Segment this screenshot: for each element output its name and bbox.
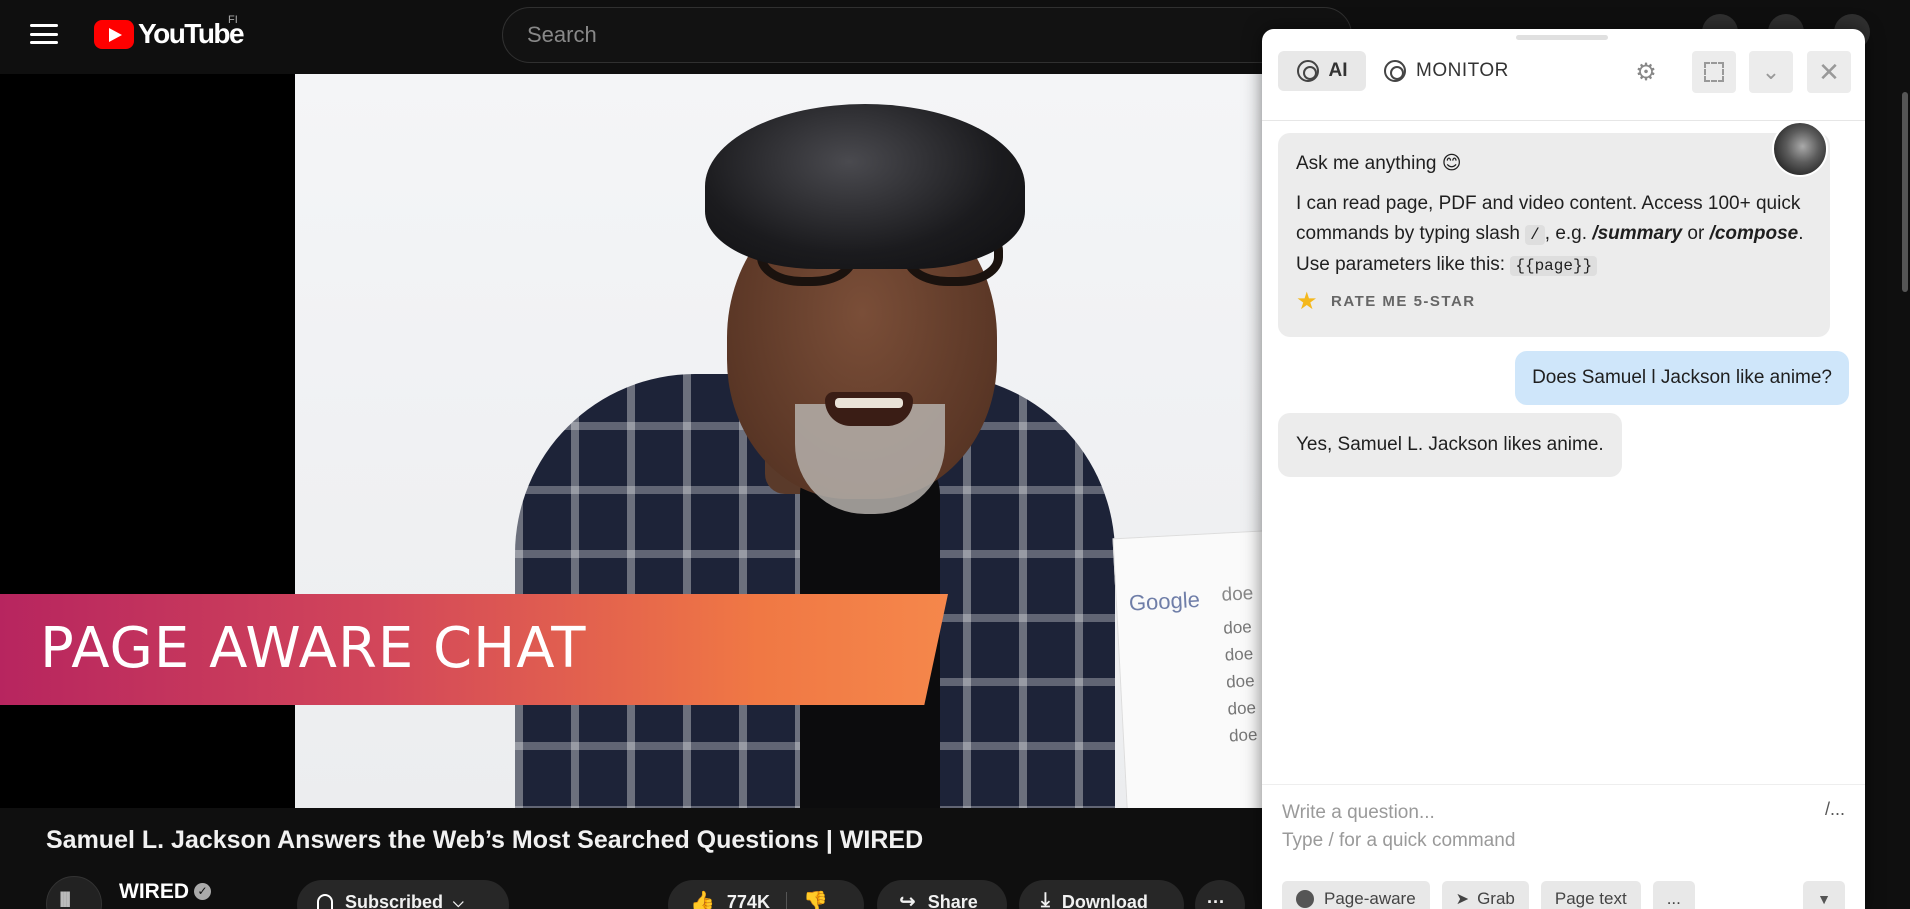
chevron-down-icon: ⌄ — [1761, 59, 1781, 84]
tab-ai[interactable]: AI — [1278, 51, 1366, 91]
caret-down-icon: ▼ — [1817, 891, 1831, 907]
youtube-play-icon — [94, 19, 134, 49]
tab-monitor-label: MONITOR — [1416, 60, 1509, 81]
leather-cap — [705, 104, 1025, 269]
share-icon: ↪ — [899, 891, 916, 909]
download-icon: ⤓ — [1041, 889, 1050, 909]
welcome-body: I can read page, PDF and video content. … — [1296, 193, 1804, 276]
rate-label: RATE ME 5-STAR — [1331, 293, 1476, 310]
channel-name[interactable]: WIRED — [119, 880, 189, 904]
download-label: Download — [1061, 892, 1148, 909]
settings-button[interactable]: ⚙ — [1624, 51, 1668, 93]
tab-monitor[interactable]: MONITOR — [1384, 51, 1509, 91]
google-suggestions: doe doe doe doe doe doe — [1221, 583, 1258, 746]
region-code: FI — [228, 14, 238, 26]
star-icon: ★ — [1296, 288, 1320, 315]
tab-ai-label: AI — [1328, 60, 1348, 81]
cursor-icon: ➤ — [1455, 891, 1470, 908]
ai-reply: Yes, Samuel L. Jackson likes anime. — [1278, 413, 1622, 477]
more-tools-button[interactable]: ... — [1652, 881, 1695, 909]
share-label: Share — [927, 892, 978, 909]
compose-command: /compose — [1709, 223, 1799, 244]
more-label: ··· — [1207, 892, 1225, 909]
share-button[interactable]: ↪ Share — [877, 880, 1007, 909]
page-aware-button[interactable]: Page-aware — [1282, 881, 1430, 909]
subscribed-button[interactable]: Subscribed ⌵ — [297, 880, 509, 909]
channel-avatar[interactable] — [46, 876, 102, 909]
quick-command-button[interactable]: /... — [1825, 799, 1845, 820]
download-button[interactable]: ⤓ Download — [1019, 880, 1184, 909]
google-logo: Google — [1128, 586, 1201, 616]
gear-icon: ⚙ — [1635, 58, 1657, 86]
slash-code: / — [1525, 225, 1545, 245]
summary-command: /summary — [1592, 223, 1683, 244]
welcome-title: Ask me anything 😊 — [1296, 153, 1462, 174]
drag-handle[interactable] — [1516, 35, 1608, 40]
grab-button[interactable]: ➤ Grab — [1441, 881, 1529, 909]
page-scrollbar[interactable] — [1900, 74, 1910, 909]
param-code: {{page}} — [1510, 256, 1598, 276]
welcome-message: Ask me anything 😊 I can read page, PDF a… — [1278, 133, 1830, 337]
verified-icon: ✓ — [194, 883, 211, 900]
chevron-down-icon: ⌵ — [453, 894, 464, 909]
collapse-button[interactable]: ⌄ — [1749, 51, 1793, 93]
thumbs-up-icon: 👍 — [690, 891, 715, 909]
rate-link[interactable]: ★ RATE ME 5-STAR — [1296, 287, 1812, 317]
fullscreen-icon — [1704, 62, 1724, 82]
ai-chat-panel: AI MONITOR ⚙ ⌄ ✕ Ask me anything 😊 I can… — [1262, 29, 1865, 909]
page-text-button[interactable]: Page text — [1540, 881, 1641, 909]
youtube-logo[interactable]: YouTube — [94, 18, 245, 50]
search-input[interactable] — [503, 8, 1351, 62]
openai-icon — [1296, 60, 1319, 82]
like-button[interactable]: 👍 774K 👎 — [668, 880, 864, 909]
banner-text: PAGE AWARE CHAT — [40, 616, 587, 681]
menu-icon[interactable] — [30, 22, 58, 46]
bot-avatar — [1772, 121, 1828, 177]
radar-icon — [1384, 60, 1406, 82]
chat-thread: Ask me anything 😊 I can read page, PDF a… — [1262, 121, 1865, 801]
close-icon: ✕ — [1818, 56, 1840, 87]
more-actions-button[interactable]: ··· — [1195, 880, 1245, 909]
promo-banner: PAGE AWARE CHAT — [0, 594, 948, 705]
mouth — [825, 392, 913, 426]
user-message: Does Samuel l Jackson like anime? — [1515, 351, 1849, 405]
bell-icon — [317, 894, 333, 909]
thumbs-down-icon[interactable]: 👎 — [803, 889, 828, 909]
like-count: 774K — [726, 892, 770, 909]
fullscreen-button[interactable] — [1692, 51, 1736, 93]
panel-header: AI MONITOR ⚙ ⌄ ✕ — [1262, 43, 1865, 121]
subscribed-label: Subscribed — [345, 892, 444, 909]
composer: /... Page-aware ➤Grab Page text ... ▼ — [1262, 784, 1865, 909]
model-dropdown-button[interactable]: ▼ — [1803, 881, 1845, 909]
video-title: Samuel L. Jackson Answers the Web’s Most… — [46, 826, 924, 854]
video-actions-row: WIRED ✓ Subscribed ⌵ 👍 774K 👎 ↪ Share ⤓ … — [0, 872, 1262, 909]
google-search-card: Google doe doe doe doe doe doe — [1112, 530, 1262, 808]
search-box[interactable] — [502, 7, 1352, 63]
page-aware-icon — [1296, 890, 1314, 908]
composer-tools: Page-aware ➤ Grab Page text ... — [1282, 881, 1695, 909]
close-button[interactable]: ✕ — [1807, 51, 1851, 93]
question-input[interactable] — [1282, 799, 1802, 857]
